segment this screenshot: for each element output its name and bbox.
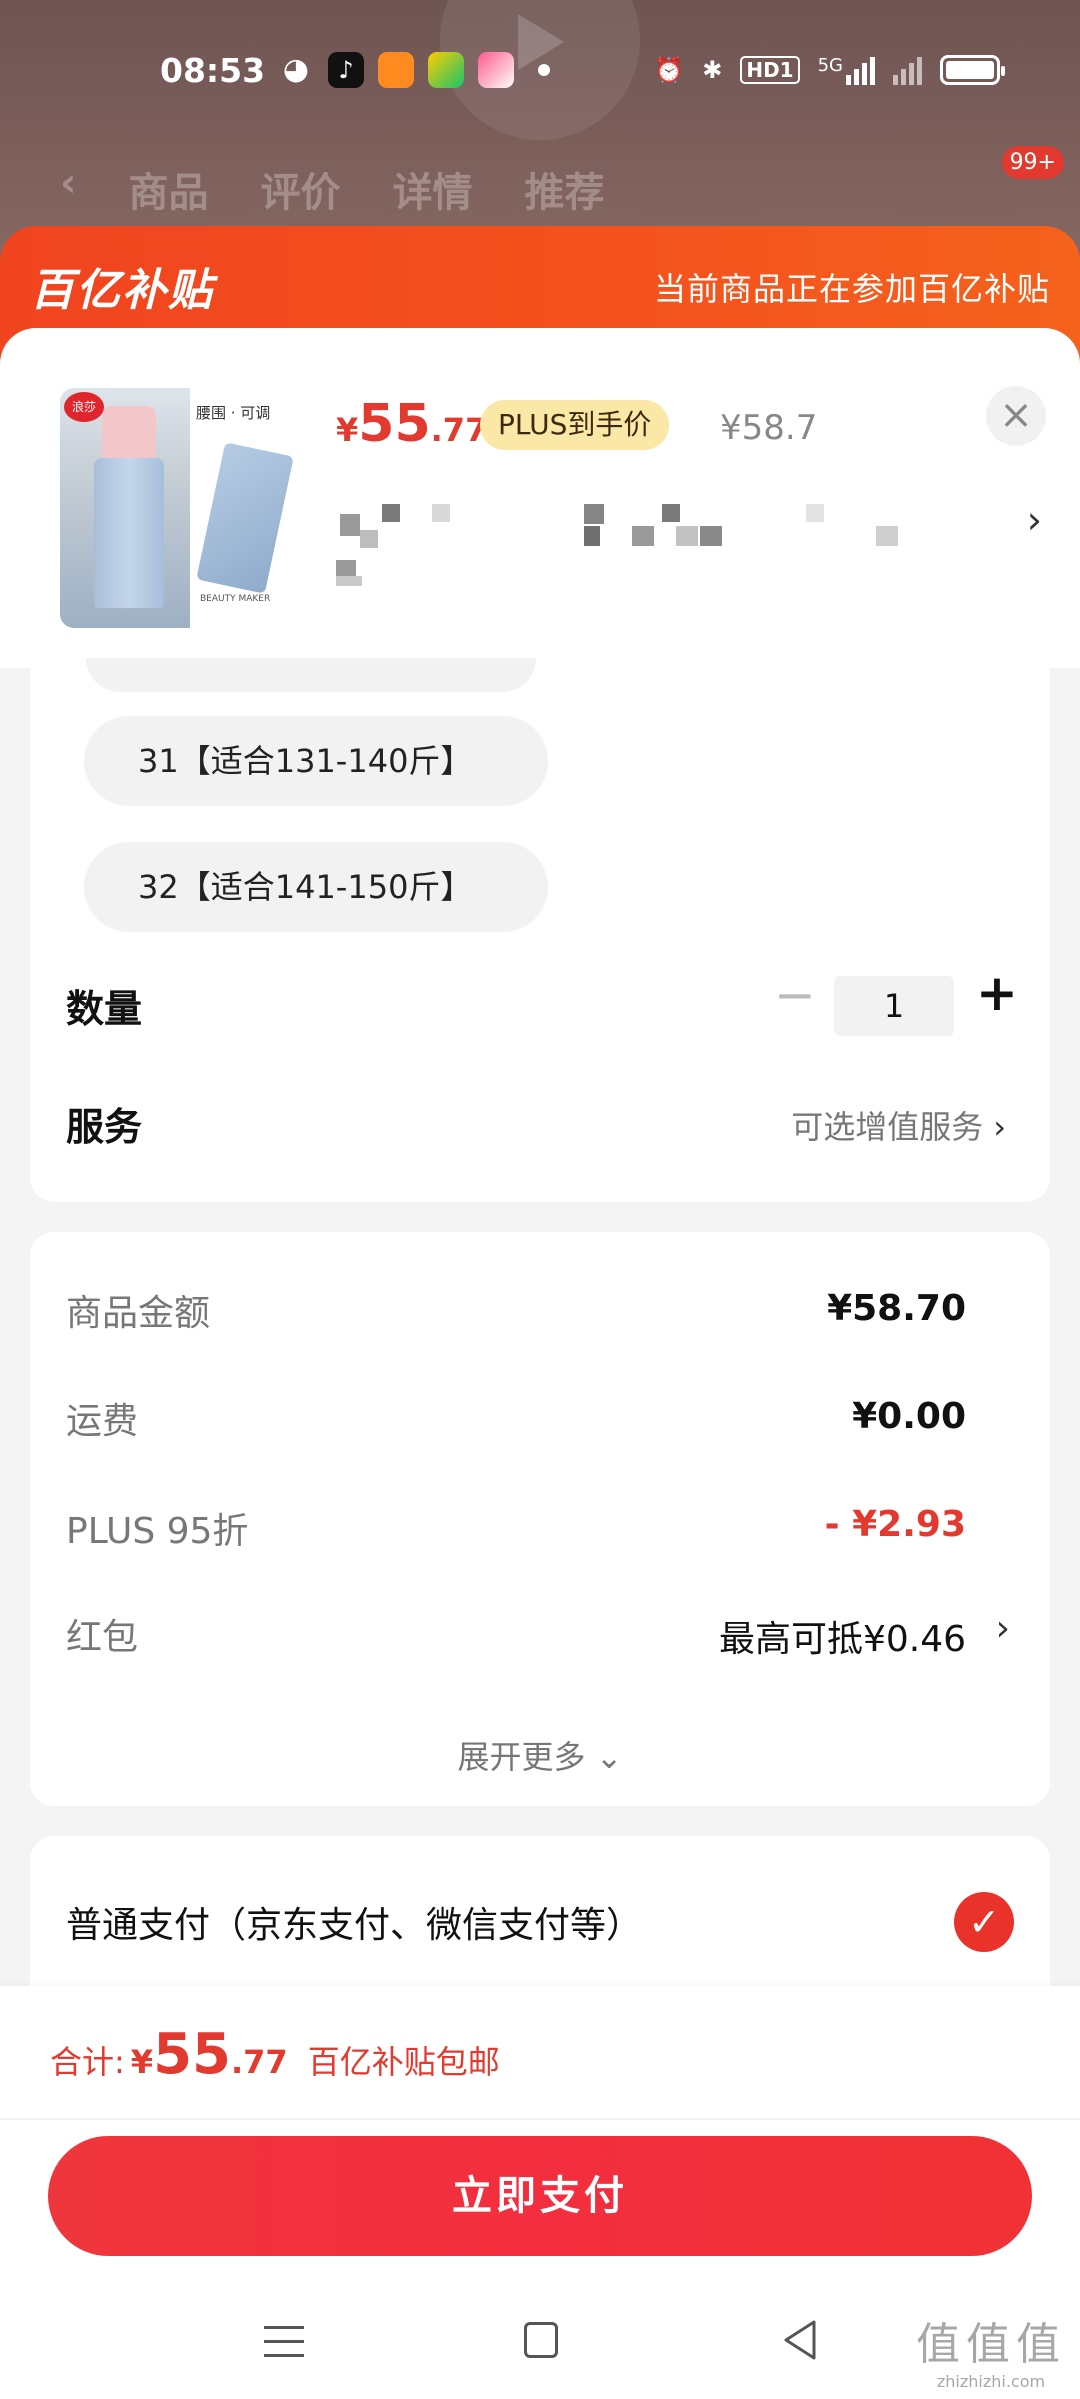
detail-label: 商品金额 <box>66 1293 211 1334</box>
watermark: 值值值 zhizhizhi.com <box>916 2319 1066 2391</box>
thumb-footer: BEAUTY MAKER <box>200 594 271 604</box>
pay-now-button[interactable]: 立即支付 <box>48 2136 1032 2256</box>
cart-count-badge: 99+ <box>1001 146 1064 179</box>
status-time: 08:53 <box>160 50 266 90</box>
home-icon[interactable] <box>524 2322 558 2358</box>
signal-weak-icon <box>893 55 922 85</box>
subsidy-logo: 百亿补贴 <box>30 265 214 316</box>
original-price: ¥58.7 <box>720 408 818 448</box>
bg-tab: 商品 <box>128 170 209 216</box>
quantity-plus-button[interactable]: + <box>976 964 1018 1022</box>
detail-value: ¥58.70 <box>827 1288 966 1329</box>
video-app-icon <box>428 52 464 88</box>
product-price: ¥ 55 .77 <box>336 394 488 454</box>
detail-label: 运费 <box>66 1401 139 1442</box>
notification-icons: ◕ ♪ <box>278 52 550 88</box>
size-option[interactable]: 32【适合141-150斤】 <box>84 842 548 932</box>
menu-icon[interactable] <box>264 2324 304 2360</box>
product-title-redacted[interactable] <box>336 496 916 556</box>
total-note: 百亿补贴包邮 <box>307 2043 500 2081</box>
brand-logo: 浪莎 <box>64 392 104 422</box>
expand-more-button[interactable]: 展开更多 ⌄ <box>30 1732 1050 1778</box>
close-button[interactable]: × <box>986 386 1046 446</box>
chevron-down-icon: ⌄ <box>595 1738 623 1776</box>
detail-label: PLUS 95折 <box>66 1511 249 1552</box>
background-product-page: 08:53 ◕ ♪ ⏰ ✱ HD1 5G ‹ 商品 评价 详情 推荐 99+ <box>0 0 1080 260</box>
bluetooth-icon: ✱ <box>702 56 723 84</box>
total-label: 合计: <box>50 2043 125 2081</box>
service-label: 服务 <box>66 1105 143 1149</box>
size-option-partial[interactable] <box>86 658 536 692</box>
discount-app-icon <box>478 52 514 88</box>
quantity-input[interactable]: 1 <box>834 976 954 1036</box>
product-thumbnail[interactable]: 浪莎 腰围 · 可调 BEAUTY MAKER <box>60 388 300 628</box>
product-title-line2-redacted <box>336 560 366 592</box>
chevron-right-icon[interactable]: › <box>1027 498 1042 542</box>
order-total: 合计: ¥ 55 .77 百亿补贴包邮 <box>50 2022 500 2087</box>
detail-value: ¥0.00 <box>852 1396 966 1437</box>
detail-value-discount: - ¥2.93 <box>824 1504 966 1545</box>
background-tabs: ‹ 商品 评价 详情 推荐 <box>60 160 604 218</box>
product-header: 浪莎 腰围 · 可调 BEAUTY MAKER ¥ 55 .77 PLUS到手价… <box>0 328 1080 668</box>
shopping-app-icon <box>378 52 414 88</box>
chevron-right-icon[interactable]: › <box>996 1608 1010 1649</box>
chevron-right-icon: › <box>993 1108 1006 1146</box>
tiktok-icon: ♪ <box>328 52 364 88</box>
system-status: ⏰ ✱ HD1 5G <box>654 55 1005 85</box>
bg-tab: 详情 <box>392 170 473 216</box>
quantity-label: 数量 <box>66 987 143 1031</box>
alarm-icon: ⏰ <box>654 56 685 84</box>
service-link[interactable]: 可选增值服务 › <box>791 1102 1006 1148</box>
more-notifications-dot <box>538 64 550 76</box>
battery-icon <box>940 55 1005 85</box>
divider <box>0 2118 1080 2120</box>
quantity-minus-button[interactable]: − <box>774 966 816 1024</box>
bottom-bar: 合计: ¥ 55 .77 百亿补贴包邮 立即支付 值值值 zhizhizhi.c… <box>0 1986 1080 2399</box>
check-icon[interactable]: ✓ <box>954 1892 1014 1952</box>
payment-method-label: 普通支付（京东支付、微信支付等） <box>66 1905 643 1946</box>
options-card: 31【适合131-140斤】 32【适合141-150斤】 数量 − 1 + 服… <box>30 658 1050 1202</box>
wechat-icon: ◕ <box>282 52 310 87</box>
subsidy-text: 当前商品正在参加百亿补贴 <box>653 270 1050 308</box>
payment-method-card[interactable]: 普通支付（京东支付、微信支付等） ✓ <box>30 1836 1050 1986</box>
bg-tab: 评价 <box>260 170 341 216</box>
bg-tab-back: ‹ <box>60 160 77 206</box>
price-details-card: 商品金额 ¥58.70 运费 ¥0.00 PLUS 95折 - ¥2.93 红包… <box>30 1232 1050 1806</box>
plus-price-tag: PLUS到手价 <box>480 400 670 450</box>
status-bar: 08:53 ◕ ♪ ⏰ ✱ HD1 5G <box>0 40 1080 100</box>
size-option[interactable]: 31【适合131-140斤】 <box>84 716 548 806</box>
red-packet-value[interactable]: 最高可抵¥0.46 <box>719 1610 966 1662</box>
detail-label: 红包 <box>66 1617 139 1658</box>
signal-icon: 5G <box>818 55 875 85</box>
hd-badge: HD1 <box>740 56 800 84</box>
thumb-caption: 腰围 · 可调 <box>196 404 271 422</box>
back-icon[interactable] <box>780 2318 820 2362</box>
bg-tab: 推荐 <box>524 170 605 216</box>
